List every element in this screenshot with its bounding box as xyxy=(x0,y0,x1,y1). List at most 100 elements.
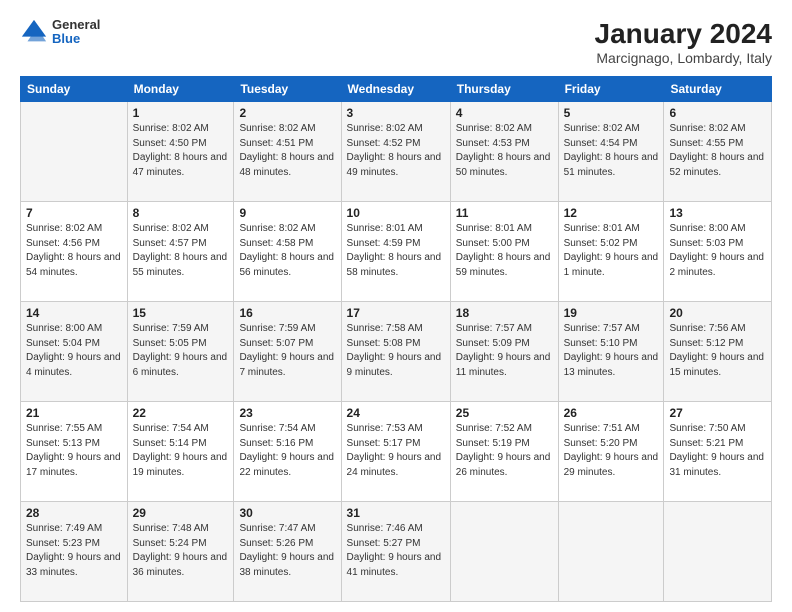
daylight-text: Daylight: 8 hours and 55 minutes. xyxy=(133,252,228,278)
sunrise-text: Sunrise: 7:50 AM xyxy=(669,423,745,434)
day-cell: 23 Sunrise: 7:54 AM Sunset: 5:16 PM Dayl… xyxy=(234,402,341,502)
day-info: Sunrise: 7:59 AM Sunset: 5:07 PM Dayligh… xyxy=(239,322,335,380)
day-number: 2 xyxy=(239,106,335,120)
sunrise-text: Sunrise: 7:53 AM xyxy=(347,423,423,434)
day-cell xyxy=(21,102,128,202)
day-number: 22 xyxy=(133,406,229,420)
sunset-text: Sunset: 5:17 PM xyxy=(347,438,421,449)
sunset-text: Sunset: 5:05 PM xyxy=(133,338,207,349)
sunset-text: Sunset: 5:23 PM xyxy=(26,538,100,549)
day-number: 27 xyxy=(669,406,766,420)
daylight-text: Daylight: 9 hours and 11 minutes. xyxy=(456,352,551,378)
day-number: 10 xyxy=(347,206,445,220)
day-cell: 25 Sunrise: 7:52 AM Sunset: 5:19 PM Dayl… xyxy=(450,402,558,502)
day-number: 3 xyxy=(347,106,445,120)
day-info: Sunrise: 8:00 AM Sunset: 5:03 PM Dayligh… xyxy=(669,222,766,280)
day-number: 14 xyxy=(26,306,122,320)
day-number: 31 xyxy=(347,506,445,520)
logo-blue: Blue xyxy=(52,32,100,46)
daylight-text: Daylight: 9 hours and 15 minutes. xyxy=(669,352,764,378)
sunset-text: Sunset: 5:13 PM xyxy=(26,438,100,449)
sunrise-text: Sunrise: 8:02 AM xyxy=(239,223,315,234)
day-info: Sunrise: 7:56 AM Sunset: 5:12 PM Dayligh… xyxy=(669,322,766,380)
sunset-text: Sunset: 4:51 PM xyxy=(239,138,313,149)
logo-general: General xyxy=(52,18,100,32)
daylight-text: Daylight: 9 hours and 19 minutes. xyxy=(133,452,228,478)
day-number: 17 xyxy=(347,306,445,320)
calendar-table: Sunday Monday Tuesday Wednesday Thursday… xyxy=(20,76,772,602)
sunrise-text: Sunrise: 7:58 AM xyxy=(347,323,423,334)
sunrise-text: Sunrise: 7:59 AM xyxy=(239,323,315,334)
day-info: Sunrise: 7:52 AM Sunset: 5:19 PM Dayligh… xyxy=(456,422,553,480)
daylight-text: Daylight: 9 hours and 9 minutes. xyxy=(347,352,442,378)
daylight-text: Daylight: 8 hours and 54 minutes. xyxy=(26,252,121,278)
main-title: January 2024 xyxy=(595,18,772,50)
daylight-text: Daylight: 9 hours and 41 minutes. xyxy=(347,552,442,578)
day-cell: 4 Sunrise: 8:02 AM Sunset: 4:53 PM Dayli… xyxy=(450,102,558,202)
day-info: Sunrise: 8:01 AM Sunset: 5:00 PM Dayligh… xyxy=(456,222,553,280)
daylight-text: Daylight: 9 hours and 26 minutes. xyxy=(456,452,551,478)
sunset-text: Sunset: 5:14 PM xyxy=(133,438,207,449)
day-cell: 14 Sunrise: 8:00 AM Sunset: 5:04 PM Dayl… xyxy=(21,302,128,402)
col-saturday: Saturday xyxy=(664,77,772,102)
week-row-0: 1 Sunrise: 8:02 AM Sunset: 4:50 PM Dayli… xyxy=(21,102,772,202)
daylight-text: Daylight: 9 hours and 7 minutes. xyxy=(239,352,334,378)
sunrise-text: Sunrise: 8:02 AM xyxy=(239,123,315,134)
day-number: 16 xyxy=(239,306,335,320)
sunset-text: Sunset: 4:56 PM xyxy=(26,238,100,249)
daylight-text: Daylight: 9 hours and 36 minutes. xyxy=(133,552,228,578)
day-number: 11 xyxy=(456,206,553,220)
col-tuesday: Tuesday xyxy=(234,77,341,102)
day-number: 21 xyxy=(26,406,122,420)
day-info: Sunrise: 7:47 AM Sunset: 5:26 PM Dayligh… xyxy=(239,522,335,580)
day-info: Sunrise: 7:58 AM Sunset: 5:08 PM Dayligh… xyxy=(347,322,445,380)
day-cell: 11 Sunrise: 8:01 AM Sunset: 5:00 PM Dayl… xyxy=(450,202,558,302)
day-number: 18 xyxy=(456,306,553,320)
daylight-text: Daylight: 9 hours and 22 minutes. xyxy=(239,452,334,478)
day-cell: 28 Sunrise: 7:49 AM Sunset: 5:23 PM Dayl… xyxy=(21,502,128,602)
sunset-text: Sunset: 5:03 PM xyxy=(669,238,743,249)
sunset-text: Sunset: 5:12 PM xyxy=(669,338,743,349)
sunset-text: Sunset: 5:00 PM xyxy=(456,238,530,249)
sunrise-text: Sunrise: 7:51 AM xyxy=(564,423,640,434)
day-cell: 27 Sunrise: 7:50 AM Sunset: 5:21 PM Dayl… xyxy=(664,402,772,502)
day-number: 1 xyxy=(133,106,229,120)
day-info: Sunrise: 7:55 AM Sunset: 5:13 PM Dayligh… xyxy=(26,422,122,480)
sunset-text: Sunset: 4:52 PM xyxy=(347,138,421,149)
week-row-2: 14 Sunrise: 8:00 AM Sunset: 5:04 PM Dayl… xyxy=(21,302,772,402)
sunrise-text: Sunrise: 8:02 AM xyxy=(26,223,102,234)
day-cell: 29 Sunrise: 7:48 AM Sunset: 5:24 PM Dayl… xyxy=(127,502,234,602)
sunrise-text: Sunrise: 8:01 AM xyxy=(347,223,423,234)
day-cell: 19 Sunrise: 7:57 AM Sunset: 5:10 PM Dayl… xyxy=(558,302,664,402)
daylight-text: Daylight: 8 hours and 50 minutes. xyxy=(456,152,551,178)
day-number: 26 xyxy=(564,406,659,420)
col-thursday: Thursday xyxy=(450,77,558,102)
daylight-text: Daylight: 8 hours and 48 minutes. xyxy=(239,152,334,178)
logo-text: General Blue xyxy=(52,18,100,47)
col-wednesday: Wednesday xyxy=(341,77,450,102)
daylight-text: Daylight: 8 hours and 52 minutes. xyxy=(669,152,764,178)
day-info: Sunrise: 7:54 AM Sunset: 5:16 PM Dayligh… xyxy=(239,422,335,480)
logo: General Blue xyxy=(20,18,100,47)
day-info: Sunrise: 8:02 AM Sunset: 4:51 PM Dayligh… xyxy=(239,122,335,180)
sunset-text: Sunset: 4:58 PM xyxy=(239,238,313,249)
day-number: 29 xyxy=(133,506,229,520)
day-cell: 17 Sunrise: 7:58 AM Sunset: 5:08 PM Dayl… xyxy=(341,302,450,402)
sunset-text: Sunset: 5:20 PM xyxy=(564,438,638,449)
sunset-text: Sunset: 5:21 PM xyxy=(669,438,743,449)
day-number: 19 xyxy=(564,306,659,320)
daylight-text: Daylight: 8 hours and 47 minutes. xyxy=(133,152,228,178)
day-info: Sunrise: 7:57 AM Sunset: 5:09 PM Dayligh… xyxy=(456,322,553,380)
day-cell: 6 Sunrise: 8:02 AM Sunset: 4:55 PM Dayli… xyxy=(664,102,772,202)
day-cell: 10 Sunrise: 8:01 AM Sunset: 4:59 PM Dayl… xyxy=(341,202,450,302)
sunrise-text: Sunrise: 7:55 AM xyxy=(26,423,102,434)
sunrise-text: Sunrise: 8:00 AM xyxy=(26,323,102,334)
sunrise-text: Sunrise: 8:02 AM xyxy=(564,123,640,134)
daylight-text: Daylight: 8 hours and 56 minutes. xyxy=(239,252,334,278)
day-cell: 9 Sunrise: 8:02 AM Sunset: 4:58 PM Dayli… xyxy=(234,202,341,302)
day-number: 9 xyxy=(239,206,335,220)
sunset-text: Sunset: 5:04 PM xyxy=(26,338,100,349)
sunset-text: Sunset: 5:27 PM xyxy=(347,538,421,549)
sunrise-text: Sunrise: 8:01 AM xyxy=(456,223,532,234)
logo-icon xyxy=(20,18,48,46)
